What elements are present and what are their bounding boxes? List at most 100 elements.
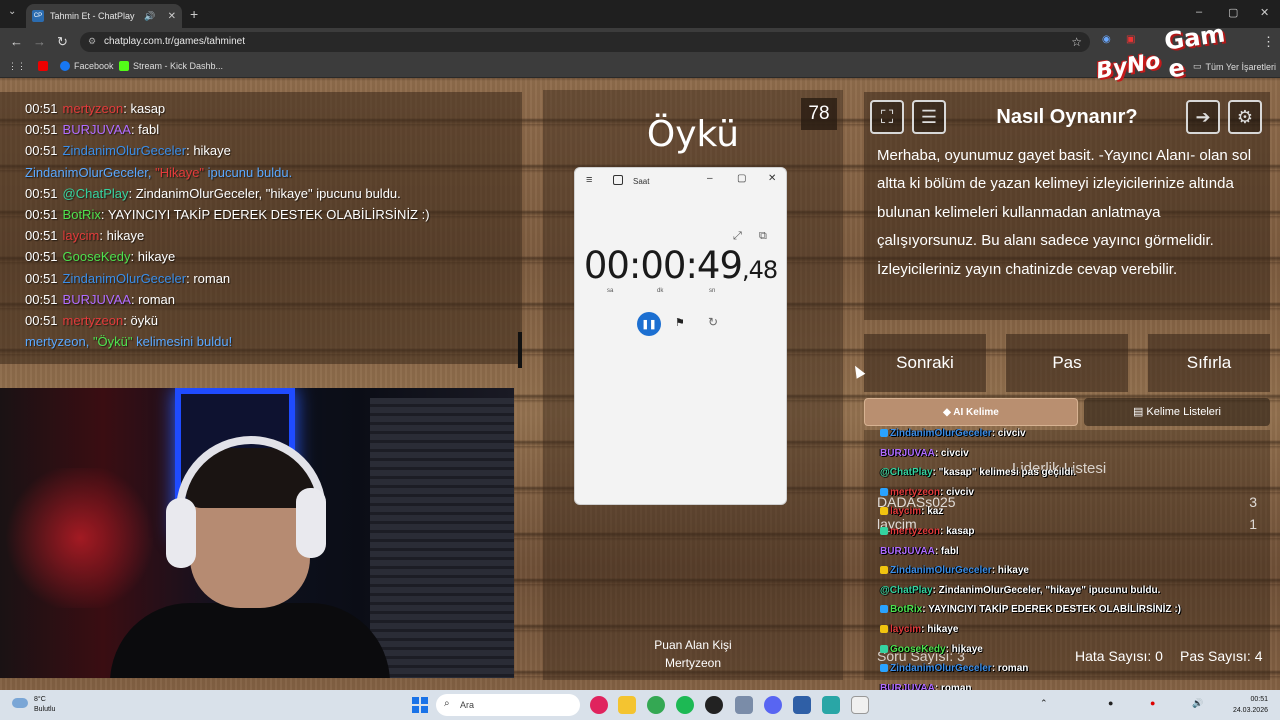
chat-scrollbar[interactable]	[518, 332, 522, 368]
chat-text: : öykü	[123, 313, 158, 329]
settings-app-icon[interactable]	[735, 696, 753, 714]
tab-active[interactable]: CP Tahmin Et - ChatPlay 🔊 ✕	[26, 4, 182, 28]
chat-badge-icon	[880, 644, 888, 653]
exit-icon[interactable]: ➔	[1186, 100, 1220, 134]
tab-ai-word[interactable]: ◆ AI Kelime	[864, 398, 1078, 426]
forward-icon[interactable]: →	[33, 34, 46, 49]
overlay-text: : hikaye	[921, 623, 959, 635]
unit-minutes: dk	[657, 288, 664, 294]
chat-badge-icon	[880, 624, 888, 633]
bookmark-facebook[interactable]: Facebook	[60, 61, 114, 71]
chat-badge-icon	[880, 526, 888, 535]
url-field[interactable]: ⚙ chatplay.com.tr/games/tahminet ☆	[80, 32, 1090, 52]
chat-badge-icon	[880, 507, 888, 516]
tray-arrow-icon[interactable]: ⌃	[1040, 698, 1048, 709]
overlay-username: laycim	[890, 506, 922, 518]
next-button[interactable]: Sonraki	[864, 334, 986, 392]
new-tab-button[interactable]: +	[190, 6, 198, 22]
start-button[interactable]	[412, 697, 428, 713]
minimize-icon[interactable]: –	[1196, 6, 1202, 18]
hamburger-menu-icon[interactable]: ≡	[586, 174, 592, 186]
url-text: chatplay.com.tr/games/tahminet	[104, 36, 245, 47]
chat-text: : roman	[130, 291, 176, 307]
pass-button[interactable]: Pas	[1006, 334, 1128, 392]
stopwatch-main: 00:00:49	[583, 244, 743, 287]
speaker-icon[interactable]: 🔊	[144, 11, 155, 22]
chat-message: 00:51 BURJUVAA: fabl	[25, 119, 522, 140]
chat-highlight: "Öykü"	[92, 334, 133, 350]
reset-icon[interactable]: ↻	[708, 315, 718, 329]
volume-icon[interactable]: 🔊	[1192, 698, 1203, 709]
ai-icon: ◆	[943, 407, 954, 418]
notepad-icon[interactable]	[793, 696, 811, 714]
chat-username: BURJUVAA	[62, 122, 131, 138]
chat-text: : ZindanimOlurGeceler, "hikaye" ipucunu …	[128, 185, 401, 201]
spotify-icon[interactable]	[676, 696, 694, 714]
close-icon[interactable]: ✕	[768, 173, 776, 184]
settings-gear-icon[interactable]: ⚙	[1228, 100, 1262, 134]
lap-flag-icon[interactable]: ⚑	[675, 316, 685, 329]
app-icon[interactable]	[822, 696, 840, 714]
minimize-icon[interactable]: –	[707, 173, 713, 184]
clock-taskbar-icon[interactable]	[851, 696, 869, 714]
chat-time: 00:51	[25, 270, 58, 286]
pause-button[interactable]: ❚❚	[637, 312, 661, 336]
bookmark-label: Stream - Kick Dashb...	[133, 61, 224, 71]
favicon-icon: CP	[32, 10, 44, 22]
weather-widget[interactable]: 8°C Bulutlu	[12, 695, 55, 715]
chrome-icon[interactable]	[647, 696, 665, 714]
overlay-username: BURJUVAA	[880, 447, 935, 459]
media-player-icon[interactable]	[590, 696, 608, 714]
chat-text: : YAYINCIYI TAKİP EDEREK DESTEK OLABİLİR…	[100, 207, 430, 223]
fullscreen-icon[interactable]: ⛶	[870, 100, 904, 134]
chat-badge-icon	[880, 605, 888, 614]
chat-username: ZindanimOlurGeceler	[62, 270, 187, 286]
discord-icon[interactable]	[764, 696, 782, 714]
overlay-username: BURJUVAA	[880, 545, 935, 557]
overlay-chat-message: mertyzeon: civciv	[880, 483, 1270, 503]
current-word: Öykü	[646, 114, 740, 155]
tray-app-icon[interactable]: ●	[1150, 698, 1155, 708]
close-window-icon[interactable]: ✕	[1260, 6, 1269, 19]
close-tab-icon[interactable]: ✕	[168, 11, 176, 22]
overlay-text: : hikaye	[991, 565, 1029, 577]
apps-icon[interactable]: ⋮⋮	[8, 61, 26, 72]
overlay-username: ZindanimOlurGeceler	[890, 428, 992, 439]
clock-app-icon	[613, 175, 623, 185]
chat-time: 00:51	[25, 101, 58, 116]
tray-date: 24.03.2026	[1232, 707, 1268, 714]
notes-icon[interactable]: ☰	[912, 100, 946, 134]
steam-tray-icon[interactable]: ●	[1108, 698, 1113, 708]
obs-icon[interactable]	[705, 696, 723, 714]
chat-message: 00:51 ZindanimOlurGeceler: hikaye	[25, 140, 522, 161]
site-info-icon[interactable]: ⚙	[88, 36, 96, 47]
back-icon[interactable]: ←	[10, 34, 23, 49]
menu-icon[interactable]: ⋮	[1262, 34, 1275, 50]
taskbar-clock[interactable]: 00:51 24.03.2026	[1228, 694, 1268, 716]
chat-text: : hikaye	[99, 228, 145, 244]
logo-text-bottom: ByNo	[1094, 48, 1163, 85]
compact-overlay-icon[interactable]: ⧉	[759, 230, 767, 243]
overlay-username: laycim	[890, 623, 922, 635]
taskbar-search[interactable]: ⌕ Ara	[436, 694, 580, 716]
tab-word-lists[interactable]: ▤ Kelime Listeleri	[1084, 398, 1270, 426]
tab-search-icon[interactable]: ⌄	[8, 6, 16, 17]
youtube-bookmark-icon[interactable]	[38, 61, 48, 71]
windows-taskbar: 8°C Bulutlu ⌕ Ara ⌃ ● ● 🔊 00:51 24.03.2026	[0, 690, 1280, 720]
chat-username: ZindanimOlurGeceler	[62, 143, 187, 159]
bookmark-kick[interactable]: Stream - Kick Dashb...	[119, 61, 223, 71]
expand-icon[interactable]: ⤢	[733, 230, 742, 243]
clock-title: Saat	[633, 177, 650, 186]
overlay-username: mertyzeon	[890, 486, 941, 498]
chat-highlight: "Hikaye"	[155, 164, 205, 180]
unit-hours: sa	[607, 288, 614, 294]
maximize-icon[interactable]: ▢	[737, 173, 746, 184]
reload-icon[interactable]: ↻	[57, 34, 68, 50]
overlay-text: : civciv	[991, 428, 1026, 439]
chat-badge-icon	[880, 566, 888, 575]
file-explorer-icon[interactable]	[618, 696, 636, 714]
chat-time: 00:51	[25, 249, 58, 265]
tab-lists-label: Kelime Listeleri	[1146, 406, 1222, 418]
reset-button[interactable]: Sıfırla	[1148, 334, 1270, 392]
scorer-info: Puan Alan Kişi Mertyzeon	[543, 636, 843, 672]
